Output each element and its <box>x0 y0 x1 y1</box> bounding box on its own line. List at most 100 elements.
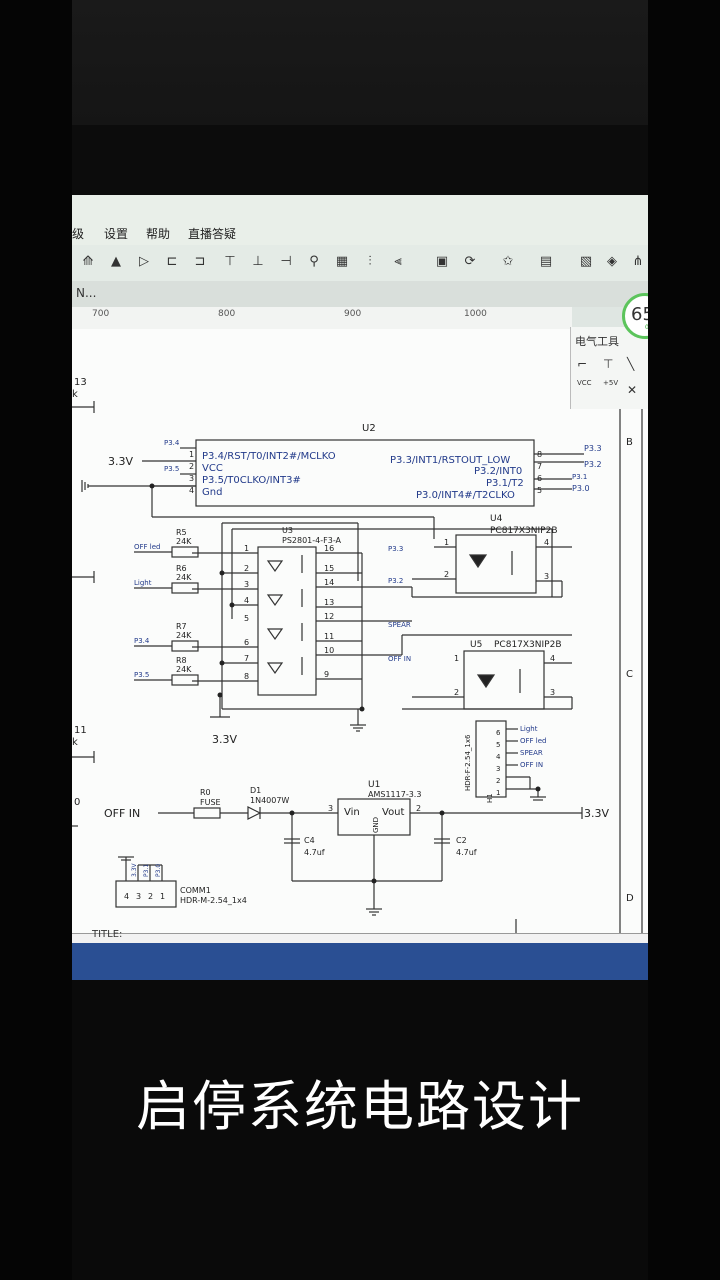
border-letter-c: C <box>626 669 633 680</box>
rotate-icon[interactable]: ⟳ <box>462 253 478 271</box>
left-label-11: 11 <box>74 725 87 736</box>
align-up-icon[interactable]: ▲ <box>108 253 124 271</box>
schematic-drawing: 13 k 11 k 0 B C D U2 P3.4/RST/T0/INT2#/M… <box>72 377 648 935</box>
u2-net-p32: P3.2 <box>584 460 602 469</box>
align-right-icon[interactable]: ▷ <box>136 253 152 271</box>
c2-value: 4.7uf <box>456 848 477 857</box>
h1-pin: 2 <box>496 777 500 785</box>
u2-pin-right: P3.0/INT4#/T2CLKO <box>416 490 515 501</box>
u3-pin: 12 <box>324 612 334 621</box>
align-bottom-icon[interactable]: ⊐ <box>192 253 208 271</box>
vcc-3v3-label: 3.3V <box>108 455 133 468</box>
tab-document[interactable]: N... <box>76 286 96 300</box>
r6-value: 24K <box>176 573 192 582</box>
r6-ref: R6 <box>176 564 187 573</box>
u2-net-p33: P3.3 <box>584 444 602 453</box>
out-3v3-label: 3.3V <box>584 807 609 820</box>
ground-3v3-label: 3.3V <box>212 733 237 746</box>
d1-ref: D1 <box>250 786 261 795</box>
h1-net: Light <box>520 725 538 733</box>
comm1-pin: 4 <box>124 892 129 901</box>
r5-value: 24K <box>176 537 192 546</box>
u3-pin: 10 <box>324 646 334 655</box>
bus-tool-icon[interactable]: ⊤ <box>603 357 613 371</box>
u2-net-p31: P3.1 <box>572 473 587 481</box>
align-left-icon[interactable]: ⟰ <box>80 253 96 271</box>
u2-pin-num: 6 <box>537 474 542 483</box>
h1-pin: 6 <box>496 729 501 737</box>
u1-pin-in: 3 <box>328 804 333 813</box>
u5-pin: 4 <box>550 654 555 663</box>
h1-net: OFF IN <box>520 761 543 769</box>
align-top-icon[interactable]: ⊏ <box>164 253 180 271</box>
u5-pin: 3 <box>550 688 555 697</box>
doc-icon[interactable]: ▤ <box>538 253 554 271</box>
c2-ref: C2 <box>456 836 467 845</box>
r7-ref: R7 <box>176 622 187 631</box>
layers-icon[interactable]: ◈ <box>604 253 620 271</box>
menu-item-settings[interactable]: 设置 <box>104 225 128 242</box>
u4-pin: 2 <box>444 570 449 579</box>
align-center-icon[interactable]: ⊤ <box>222 253 238 271</box>
u4-part: PC817X3NIP2B <box>490 526 558 536</box>
r5-net: OFF led <box>134 543 160 551</box>
comm1-net: P3.0 <box>155 864 162 877</box>
tab-row: N... <box>72 281 648 307</box>
u2-pin-num: 3 <box>189 474 194 483</box>
menu-item-live-qa[interactable]: 直播答疑 <box>188 225 236 242</box>
table-icon[interactable]: ▦ <box>334 253 350 271</box>
r6-net: Light <box>134 579 152 587</box>
vcc-tool-icon[interactable]: VCC <box>577 379 592 387</box>
distribute-h-icon[interactable]: ⊣ <box>278 253 294 271</box>
taskbar <box>72 943 648 980</box>
u2-pin-num: 4 <box>189 486 194 495</box>
u2-pin-num: 2 <box>189 462 194 471</box>
share-icon[interactable]: ⋔ <box>630 253 646 271</box>
u4-pin: 3 <box>544 572 549 581</box>
monitor-screen: 级 设置 帮助 直播答疑 ⟰ ▲ ▷ ⊏ ⊐ ⊤ ⊥ ⊣ ⚲ ▦ ⫶ ⫷ ▣ ⟳… <box>72 195 648 980</box>
u2-pin-num: 8 <box>537 450 542 459</box>
u2-pin-right: P3.3/INT1/RSTOUT_LOW <box>390 455 510 466</box>
r8-ref: R8 <box>176 656 187 665</box>
no-connect-icon[interactable]: ✕ <box>627 383 637 397</box>
group-icon[interactable]: ⫶ <box>362 253 378 271</box>
menu-item-level[interactable]: 级 <box>72 225 84 242</box>
u3-pin: 16 <box>324 544 334 553</box>
c4-value: 4.7uf <box>304 848 325 857</box>
u2-pin-left: Gnd <box>202 487 222 498</box>
menu-item-help[interactable]: 帮助 <box>146 225 170 242</box>
u2-ref: U2 <box>362 423 376 434</box>
u1-vout: Vout <box>382 807 405 818</box>
photo-icon[interactable]: ▧ <box>578 253 594 271</box>
u5-ref: U5 <box>470 640 482 650</box>
line-tool-icon[interactable]: ╲ <box>627 357 634 371</box>
h1-pin: 4 <box>496 753 501 761</box>
ungroup-icon[interactable]: ⫷ <box>390 253 406 271</box>
ruler-mark: 800 <box>218 309 236 319</box>
schematic-canvas[interactable]: 13 k 11 k 0 B C D U2 P3.4/RST/T0/INT2#/M… <box>72 329 648 943</box>
image-icon[interactable]: ▣ <box>434 253 450 271</box>
u2-net-p30: P3.0 <box>572 484 590 493</box>
ruler-mark: 700 <box>92 309 110 319</box>
u1-part: AMS1117-3.3 <box>368 790 421 799</box>
u3-pin: 11 <box>324 632 334 641</box>
u1-pin-out: 2 <box>416 804 421 813</box>
u3-pin: 9 <box>324 670 329 679</box>
u2-pin-left: VCC <box>202 463 223 474</box>
distribute-v-icon[interactable]: ⊥ <box>250 253 266 271</box>
plus5v-tool-icon[interactable]: +5V <box>603 379 618 387</box>
u5-part: PC817X3NIP2B <box>494 640 562 650</box>
u3-pin: 3 <box>244 580 249 589</box>
u3-pin: 1 <box>244 544 249 553</box>
video-caption: 启停系统电路设计 <box>136 1075 584 1138</box>
h1-pin: 3 <box>496 765 500 773</box>
comm1-net: P3.1 <box>143 864 150 877</box>
border-letter-b: B <box>626 437 633 448</box>
wire-tool-icon[interactable]: ⌐ <box>577 357 587 371</box>
u3-pin: 14 <box>324 578 334 587</box>
r7-net: P3.4 <box>134 637 150 645</box>
grid-snap-icon[interactable]: ⚲ <box>306 253 322 271</box>
net-spear: SPEAR <box>388 621 411 629</box>
star-icon[interactable]: ✩ <box>500 253 516 271</box>
ruler-mark: 900 <box>344 309 362 319</box>
